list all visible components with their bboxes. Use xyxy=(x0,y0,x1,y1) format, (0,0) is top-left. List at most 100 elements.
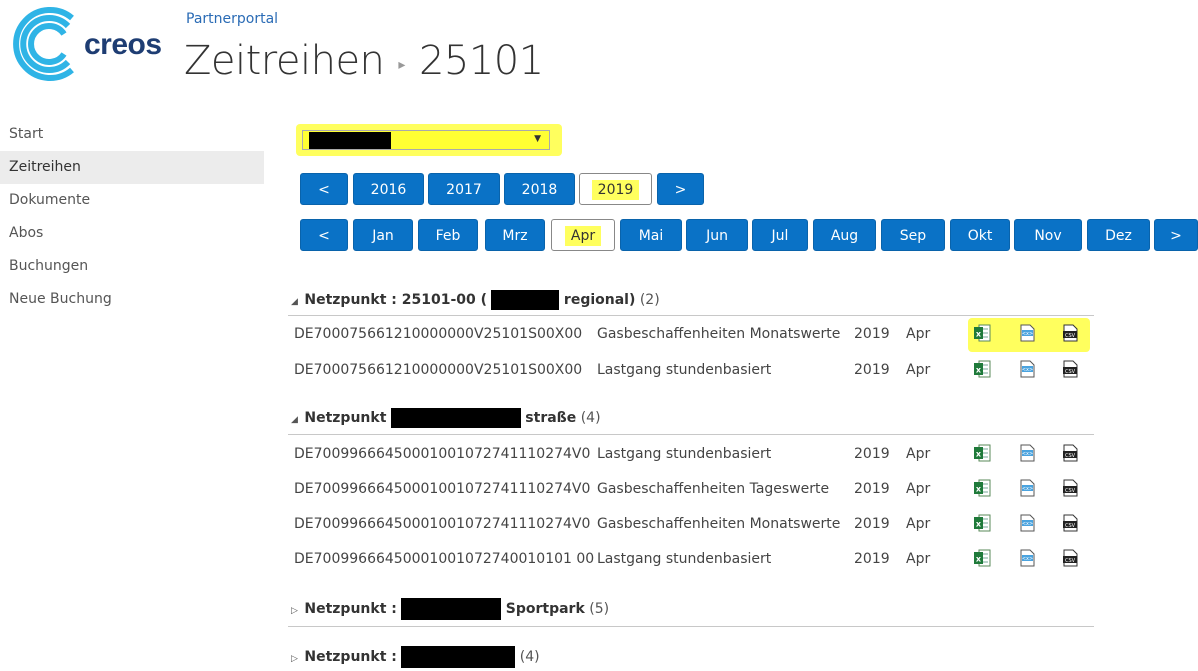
sidebar-item-start[interactable]: Start xyxy=(0,118,264,151)
svg-text:<x>: <x> xyxy=(1022,367,1033,373)
row-month: Apr xyxy=(906,446,931,462)
month-button-nov[interactable]: Nov xyxy=(1014,219,1082,251)
row-month: Apr xyxy=(906,481,931,497)
row-month: Apr xyxy=(906,362,931,378)
csv-icon[interactable]: CSV xyxy=(1060,443,1080,463)
group-title-prefix: Netzpunkt : xyxy=(304,649,397,665)
month-button-mrz[interactable]: Mrz xyxy=(485,219,545,251)
xml-icon[interactable]: <x> xyxy=(1017,323,1037,343)
year-button-2017[interactable]: 2017 xyxy=(428,173,500,205)
month-button-sep[interactable]: Sep xyxy=(881,219,945,251)
csv-icon[interactable]: CSV xyxy=(1060,513,1080,533)
svg-text:x: x xyxy=(976,366,982,375)
excel-icon[interactable]: x xyxy=(972,513,992,533)
excel-icon[interactable]: x xyxy=(972,359,992,379)
sidebar-item-buchungen[interactable]: Buchungen xyxy=(0,250,264,283)
sidebar-item-neue-buchung[interactable]: Neue Buchung xyxy=(0,283,264,316)
year-button-2016[interactable]: 2016 xyxy=(353,173,424,205)
sidebar-item-dokumente[interactable]: Dokumente xyxy=(0,184,264,217)
month-button-mai[interactable]: Mai xyxy=(620,219,682,251)
year-button-2018[interactable]: 2018 xyxy=(504,173,575,205)
excel-icon[interactable]: x xyxy=(972,548,992,568)
group-title-suffix: regional) xyxy=(563,292,636,308)
svg-text:x: x xyxy=(976,520,982,529)
xml-icon[interactable]: <x> xyxy=(1017,548,1037,568)
table-row: DE7009966645000100107274111027​4V0 Lastg… xyxy=(294,443,1094,467)
row-month: Apr xyxy=(906,551,931,567)
collapsed-triangle-icon: ▷ xyxy=(291,654,298,664)
group-header[interactable]: ◢ Netzpunkt : 25101-00 ( regional) (2) xyxy=(291,290,660,312)
group-header[interactable]: ◢ Netzpunkt straße (4) xyxy=(291,408,601,430)
sidebar-item-zeitreihen[interactable]: Zeitreihen xyxy=(0,151,264,184)
excel-icon[interactable]: x xyxy=(972,443,992,463)
chevron-down-icon: ▼ xyxy=(534,134,541,144)
row-year: 2019 xyxy=(854,516,890,532)
month-button-jan[interactable]: Jan xyxy=(353,219,413,251)
breadcrumb-subtitle: 25101 xyxy=(418,38,544,84)
portal-link[interactable]: Partnerportal xyxy=(186,11,278,27)
year-button-2019[interactable]: 2019 xyxy=(579,173,652,205)
month-button-jul[interactable]: Jul xyxy=(752,219,808,251)
row-description: Lastgang stundenbasiert xyxy=(597,362,772,378)
month-button-feb[interactable]: Feb xyxy=(418,219,478,251)
redacted-name xyxy=(401,646,516,668)
row-year: 2019 xyxy=(854,326,890,342)
row-description: Lastgang stundenbasiert xyxy=(597,551,772,567)
row-year: 2019 xyxy=(854,551,890,567)
breadcrumb-separator-icon: ▸ xyxy=(398,57,405,73)
group-count: (4) xyxy=(519,649,540,665)
xml-icon[interactable]: <x> xyxy=(1017,359,1037,379)
xml-icon[interactable]: <x> xyxy=(1017,513,1037,533)
month-button-jun[interactable]: Jun xyxy=(686,219,748,251)
redacted-name xyxy=(401,598,502,620)
group-title-prefix: Netzpunkt : 25101-00 ( xyxy=(304,292,488,308)
row-description: Gasbeschaffenheiten Tageswerte xyxy=(597,481,830,497)
svg-text:<x>: <x> xyxy=(1022,521,1033,527)
row-id: DE700075661210000000V25101S00X00 xyxy=(294,326,583,342)
month-button-okt[interactable]: Okt xyxy=(950,219,1010,251)
group-header[interactable]: ▷ Netzpunkt : Sportpark (5) xyxy=(291,598,609,620)
csv-icon[interactable]: CSV xyxy=(1060,478,1080,498)
svg-text:<x>: <x> xyxy=(1022,331,1033,337)
xml-icon[interactable]: <x> xyxy=(1017,443,1037,463)
row-year: 2019 xyxy=(854,481,890,497)
month-prev-button[interactable]: < xyxy=(300,219,348,251)
group-title-prefix: Netzpunkt : xyxy=(304,601,397,617)
group-count: (2) xyxy=(639,292,660,308)
year-next-button[interactable]: > xyxy=(657,173,704,205)
group-divider xyxy=(288,434,1094,435)
month-button-apr[interactable]: Apr xyxy=(551,219,615,251)
year-selected-label: 2019 xyxy=(591,180,640,200)
row-id: DE7009966645000100107274111027​4V0 xyxy=(294,446,591,462)
row-year: 2019 xyxy=(854,362,890,378)
row-description: Gasbeschaffenheiten Monatswerte xyxy=(597,516,841,532)
excel-icon[interactable]: x xyxy=(972,323,992,343)
group-divider xyxy=(288,626,1094,627)
xml-icon[interactable]: <x> xyxy=(1017,478,1037,498)
month-button-dez[interactable]: Dez xyxy=(1087,219,1150,251)
month-button-aug[interactable]: Aug xyxy=(813,219,876,251)
group-header[interactable]: ▷ Netzpunkt : (4) xyxy=(291,646,540,668)
breadcrumb-title[interactable]: Zeitreihen xyxy=(184,38,385,84)
month-next-button[interactable]: > xyxy=(1154,219,1198,251)
csv-icon[interactable]: CSV xyxy=(1060,359,1080,379)
csv-icon[interactable]: CSV xyxy=(1060,323,1080,343)
year-prev-button[interactable]: < xyxy=(300,173,348,205)
svg-text:CSV: CSV xyxy=(1065,369,1076,375)
netzpunkt-select[interactable]: ▼ xyxy=(302,130,550,150)
row-id: DE700075661210000000V25101S00X00 xyxy=(294,362,583,378)
sidebar-item-abos[interactable]: Abos xyxy=(0,217,264,250)
csv-icon[interactable]: CSV xyxy=(1060,548,1080,568)
creos-logo[interactable]: creos xyxy=(10,6,170,82)
redacted-value xyxy=(309,132,391,149)
group-title-suffix: straße xyxy=(525,410,577,426)
svg-text:x: x xyxy=(976,330,982,339)
expanded-triangle-icon: ◢ xyxy=(291,415,298,425)
row-description: Gasbeschaffenheiten Monatswerte xyxy=(597,326,841,342)
page-title: Zeitreihen ▸ 25101 xyxy=(184,38,544,84)
row-month: Apr xyxy=(906,516,931,532)
redacted-name xyxy=(491,290,560,310)
excel-icon[interactable]: x xyxy=(972,478,992,498)
row-id: DE70099666450001001072741110274V0 xyxy=(294,516,591,532)
group-title-suffix: Sportpark xyxy=(505,601,585,617)
